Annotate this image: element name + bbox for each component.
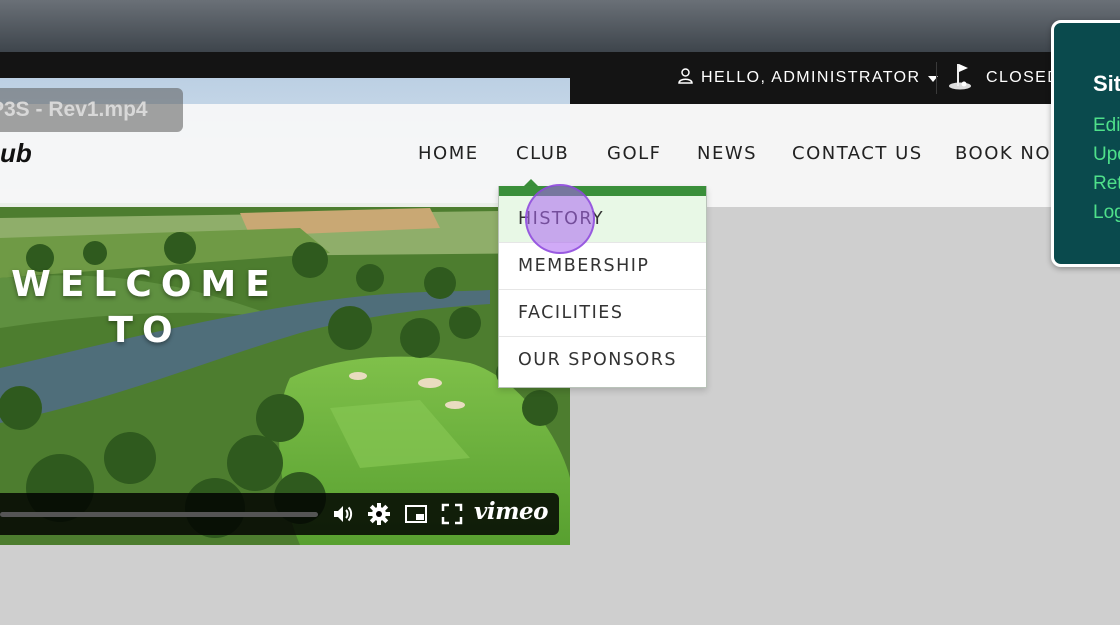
fullscreen-icon[interactable]	[440, 502, 464, 526]
hero-welcome-text: WELCOME TO	[0, 262, 290, 354]
nav-news[interactable]: NEWS	[697, 143, 757, 164]
gear-icon[interactable]	[367, 502, 391, 526]
admin-bar-divider	[936, 62, 937, 94]
site-admin-panel: Site Edit Update Return Logout	[1051, 20, 1120, 267]
site-logo[interactable]: ub	[0, 138, 32, 169]
course-status[interactable]: CLOSED	[948, 52, 1060, 104]
golf-flag-icon	[948, 62, 972, 95]
site-panel-link-edit[interactable]: Edit	[1093, 115, 1120, 137]
volume-icon[interactable]	[331, 502, 355, 526]
dropdown-accent-bar	[499, 186, 706, 196]
video-controls: vimeo	[0, 493, 559, 535]
site-panel-link-logout[interactable]: Logout	[1093, 202, 1120, 224]
user-icon	[678, 67, 693, 89]
video-title-overlay: P3S - Rev1.mp4	[0, 88, 183, 132]
dropdown-item-facilities[interactable]: FACILITIES	[499, 290, 706, 337]
nav-club[interactable]: CLUB	[516, 143, 569, 164]
nav-contact-us[interactable]: CONTACT US	[792, 143, 923, 164]
site-panel-link-return[interactable]: Return	[1093, 173, 1120, 195]
nav-home[interactable]: HOME	[418, 143, 479, 164]
dropdown-item-membership[interactable]: MEMBERSHIP	[499, 243, 706, 290]
nav-golf[interactable]: GOLF	[607, 143, 662, 164]
site-panel-link-update[interactable]: Update	[1093, 144, 1120, 166]
vimeo-logo[interactable]: vimeo	[474, 498, 548, 525]
course-status-label: CLOSED	[986, 69, 1061, 86]
welcome-line-2: TO	[108, 310, 182, 351]
site-panel-title: Site	[1093, 71, 1120, 96]
admin-user-menu[interactable]: HELLO, ADMINISTRATOR	[678, 52, 939, 104]
browser-top-strip	[0, 0, 1120, 52]
dropdown-item-our-sponsors[interactable]: OUR SPONSORS	[499, 337, 706, 384]
video-progress-bar[interactable]	[0, 512, 318, 517]
picture-in-picture-icon[interactable]	[404, 502, 428, 526]
click-indicator	[525, 184, 595, 254]
video-title: P3S - Rev1.mp4	[0, 98, 148, 121]
welcome-line-1: WELCOME	[11, 264, 279, 305]
admin-hello-label: HELLO, ADMINISTRATOR	[701, 69, 921, 86]
